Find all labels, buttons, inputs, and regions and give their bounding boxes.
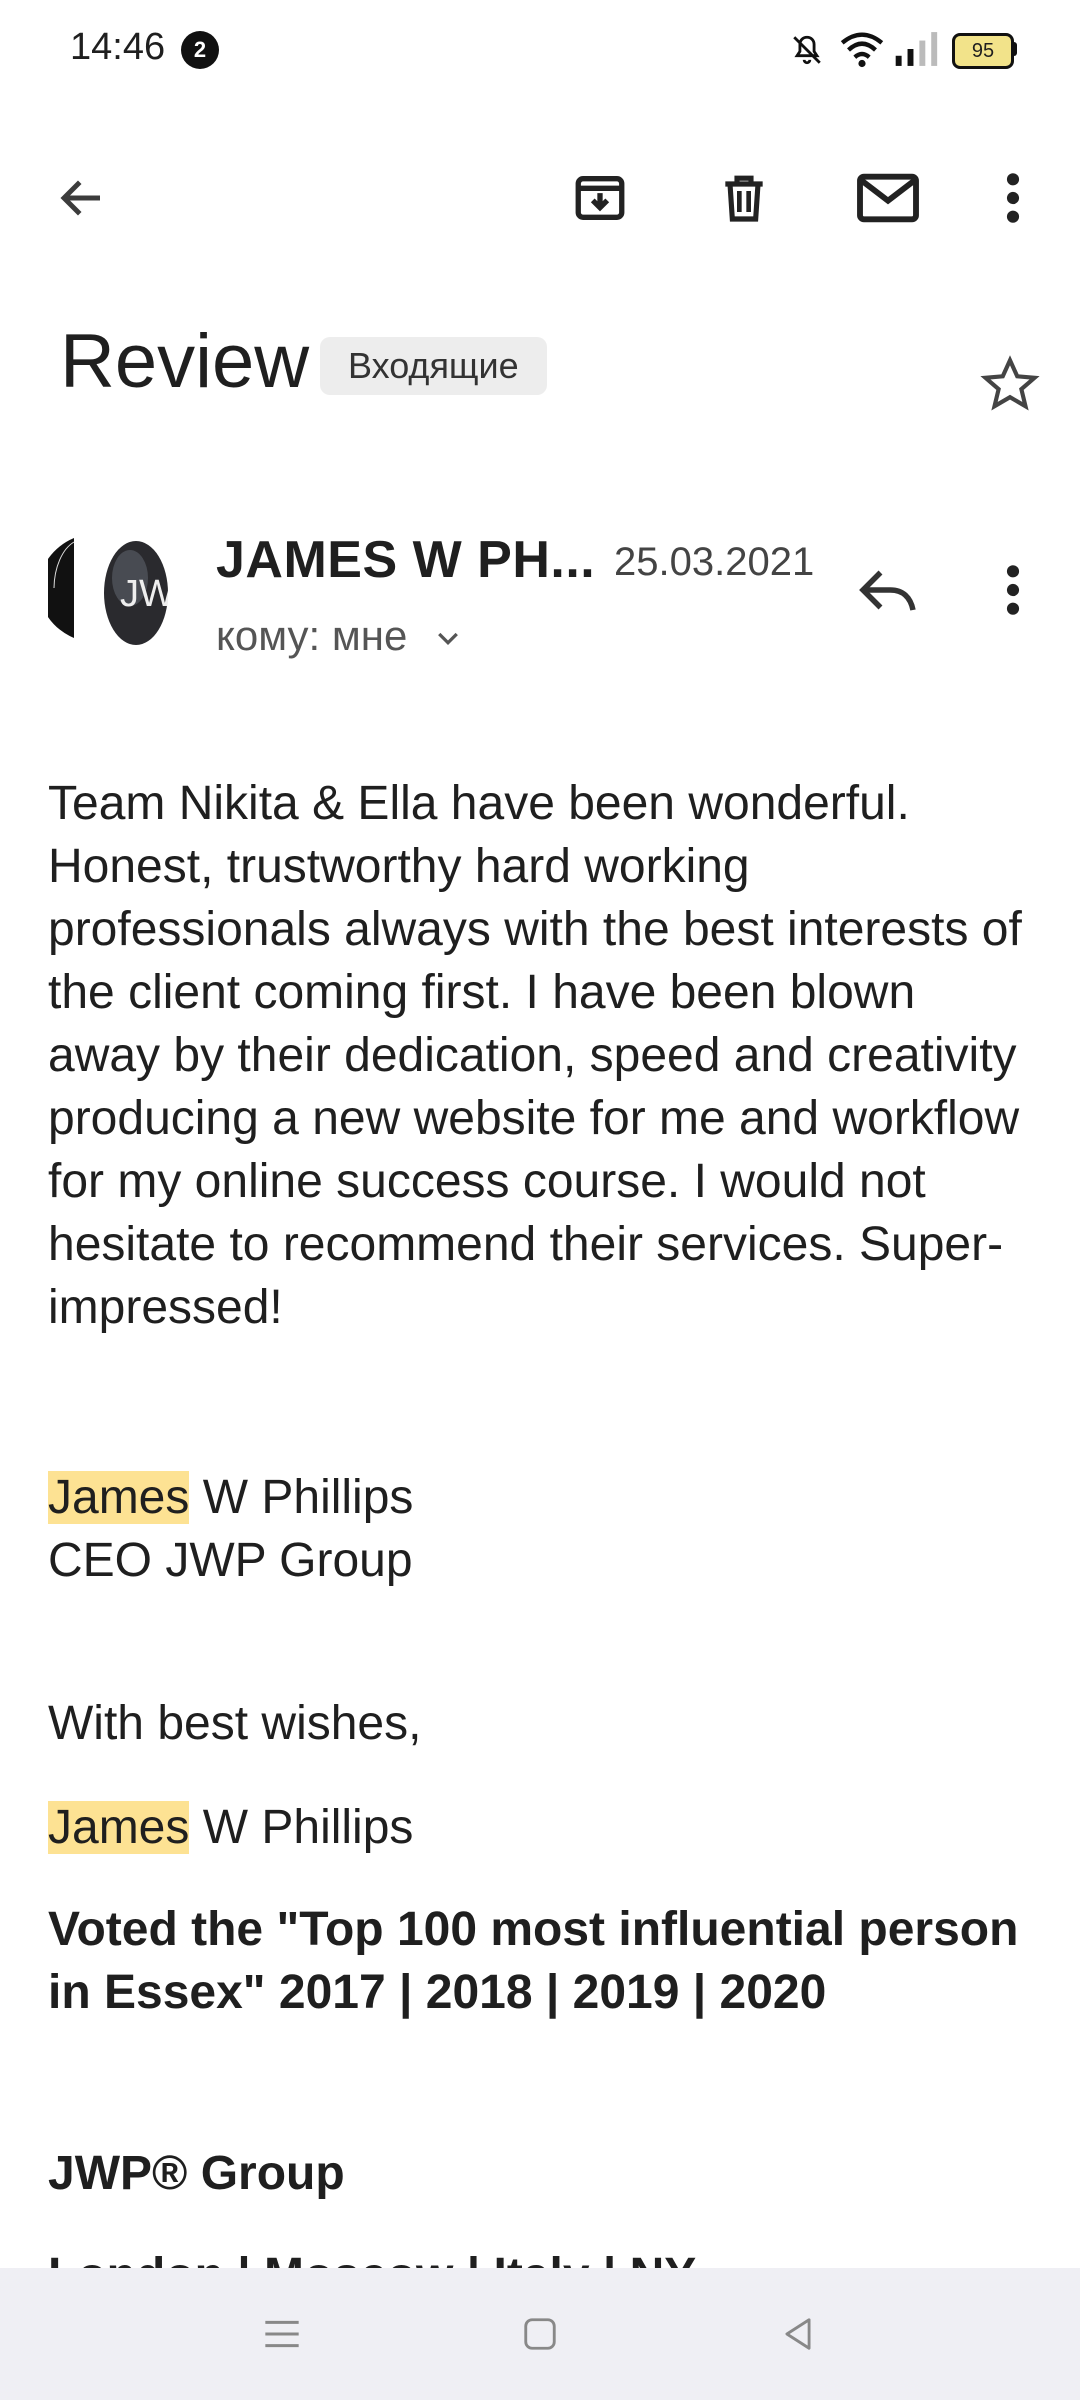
status-bar: 14:46 2 95 — [0, 0, 1080, 100]
star-button[interactable] — [970, 346, 1050, 422]
home-button[interactable] — [498, 2292, 582, 2376]
archive-button[interactable] — [560, 160, 640, 236]
reply-icon — [859, 570, 916, 611]
closing-signature-rest: W Phillips — [189, 1801, 414, 1854]
home-square-icon — [524, 2318, 556, 2350]
sender-name[interactable]: JAMES W PH... — [216, 530, 595, 590]
search-highlight: James — [48, 1801, 190, 1854]
message-more-button[interactable] — [986, 552, 1040, 628]
arrow-back-icon — [60, 180, 100, 216]
menu-icon — [265, 2320, 299, 2348]
closing-signature: James W Phillips — [48, 1796, 1038, 1859]
notification-count-badge: 2 — [181, 31, 219, 69]
system-back-button[interactable] — [756, 2292, 840, 2376]
more-vert-icon — [1006, 173, 1020, 223]
back-triangle-icon — [785, 2318, 811, 2350]
email-body: Team Nikita & Ella have been wonderful. … — [48, 777, 1022, 1334]
voted-text: Voted the "Top 100 most influential pers… — [48, 1903, 1019, 2019]
signature-block: James W Phillips CEO JWP Group — [48, 1466, 1038, 1592]
battery-tip — [1012, 42, 1017, 56]
star-outline-icon — [980, 355, 1040, 411]
back-button[interactable] — [40, 160, 124, 236]
avatar-initials: JW — [120, 573, 168, 615]
delete-button[interactable] — [704, 160, 784, 236]
more-options-button[interactable] — [986, 160, 1040, 236]
chevron-down-icon — [438, 632, 458, 645]
company-name: JWP® Group — [48, 2147, 345, 2200]
signal-icon — [895, 32, 938, 66]
search-highlight: James — [48, 1471, 190, 1524]
recipient-line[interactable]: кому: мне — [216, 612, 463, 660]
signature-name-line: James W Phillips — [48, 1466, 1038, 1529]
archive-icon — [575, 176, 625, 220]
closing-text: With best wishes, — [48, 1697, 422, 1750]
bell-off-icon — [793, 35, 821, 65]
mark-unread-button[interactable] — [846, 160, 930, 236]
more-vert-icon — [1006, 565, 1020, 615]
battery-level: 95 — [971, 40, 995, 62]
sender-avatar[interactable]: JW — [38, 538, 175, 648]
email-toolbar — [0, 140, 1080, 250]
trash-icon — [725, 175, 763, 222]
wifi-icon — [840, 32, 884, 68]
status-time: 14:46 — [70, 26, 166, 68]
signature-title: CEO JWP Group — [48, 1534, 413, 1587]
email-date: 25.03.2021 — [614, 540, 815, 584]
mail-icon — [857, 173, 919, 223]
battery-icon: 95 — [952, 33, 1014, 69]
recipient-text: кому: мне — [216, 612, 408, 659]
inbox-label-chip[interactable]: Входящие — [320, 337, 547, 395]
signature-name-rest: W Phillips — [189, 1471, 414, 1524]
email-subject: Review — [60, 319, 310, 404]
reply-button[interactable] — [848, 552, 928, 628]
system-nav-bar — [0, 2268, 1080, 2400]
recents-button[interactable] — [240, 2292, 324, 2376]
